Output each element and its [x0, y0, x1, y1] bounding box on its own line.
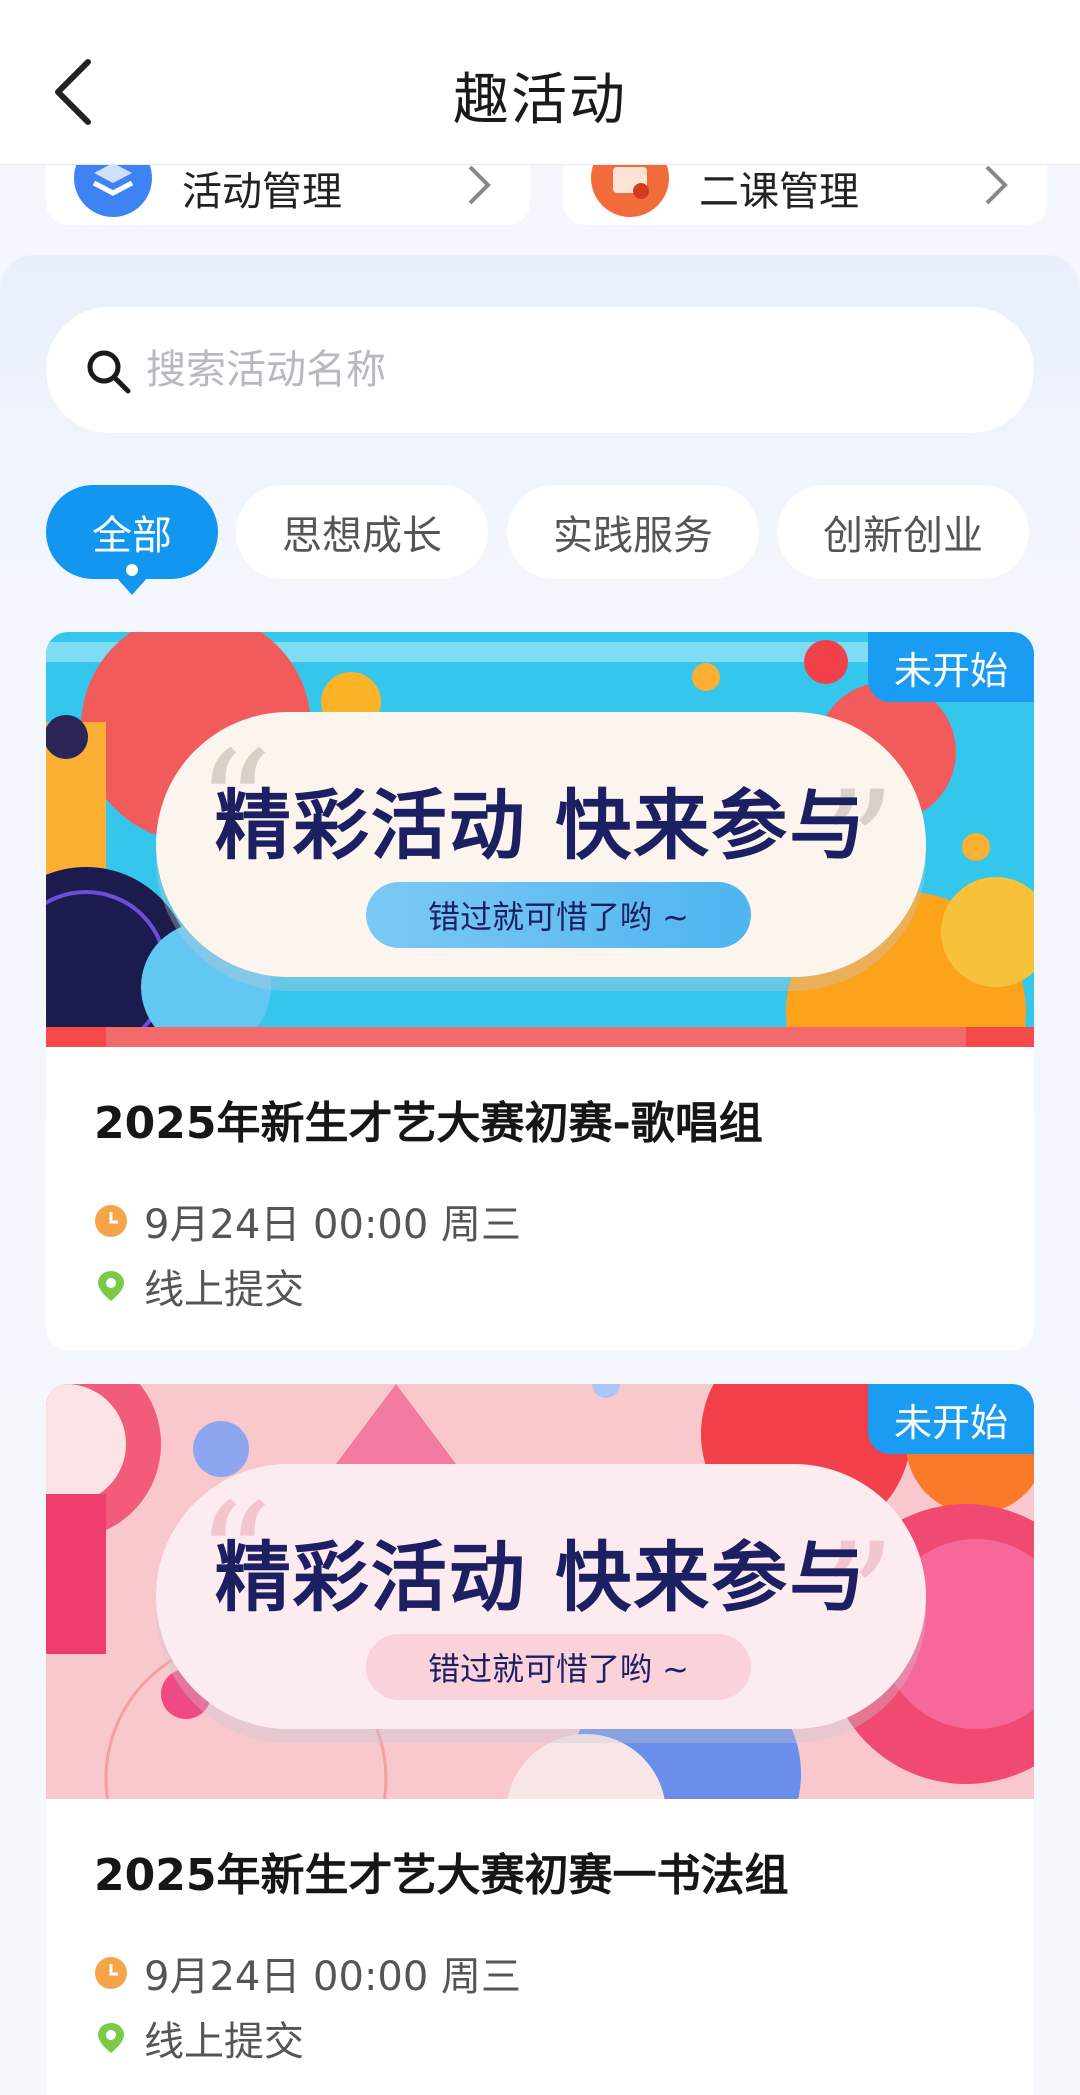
tab-label: 创新创业: [823, 513, 983, 559]
search-icon: [87, 350, 131, 394]
tab-practice-service[interactable]: 实践服务: [507, 485, 759, 579]
banner-pill: “ ” 精彩活动 快来参与 错过就可惜了哟 ~: [156, 712, 926, 977]
banner-title: 精彩活动 快来参与: [214, 781, 868, 870]
clock-icon: [95, 1957, 127, 1989]
tab-label: 全部: [92, 513, 172, 559]
activity-location: 线上提交: [144, 2019, 304, 2065]
activity-time: 9月24日 00:00 周三: [144, 1954, 522, 2000]
banner-pill: “ ” 精彩活动 快来参与 错过就可惜了哟 ~: [156, 1464, 926, 1729]
activity-banner: “ ” 精彩活动 快来参与 错过就可惜了哟 ~ 未开始: [46, 1384, 1034, 1799]
activity-title: 2025年新生才艺大赛初赛-歌唱组: [94, 1098, 763, 1149]
banner-title: 精彩活动 快来参与: [214, 1533, 868, 1622]
active-indicator: [126, 564, 138, 576]
activity-location: 线上提交: [144, 1267, 304, 1313]
mgmt-label: 活动管理: [182, 169, 342, 215]
tab-ideological-growth[interactable]: 思想成长: [236, 485, 488, 579]
banner-subtitle: 错过就可惜了哟 ~: [366, 882, 751, 948]
activity-location-row: 线上提交: [94, 2009, 304, 2067]
tab-innovation[interactable]: 创新创业: [777, 485, 1029, 579]
page-title: 趣活动: [453, 68, 627, 133]
chevron-right-icon: [468, 165, 491, 205]
activity-time-row: 9月24日 00:00 周三: [94, 1192, 521, 1250]
location-icon: [98, 2023, 124, 2053]
activity-time-row: 9月24日 00:00 周三: [94, 1944, 521, 2002]
activity-banner: “ ” 精彩活动 快来参与 错过就可惜了哟 ~ 未开始: [46, 632, 1034, 1047]
activity-location-row: 线上提交: [94, 1257, 304, 1315]
tab-all[interactable]: 全部: [46, 485, 218, 595]
clock-icon: [95, 1205, 127, 1237]
search-input[interactable]: [146, 335, 986, 405]
mgmt-label: 二课管理: [699, 169, 859, 215]
status-badge: 未开始: [868, 1384, 1034, 1454]
chevron-right-icon: [985, 165, 1008, 205]
management-strip: 活动管理 二课管理: [0, 125, 1080, 235]
activity-card[interactable]: “ ” 精彩活动 快来参与 错过就可惜了哟 ~ 未开始 2025年新生才艺大赛初…: [46, 1384, 1034, 2095]
top-bar: 趣活动: [0, 0, 1080, 165]
location-icon: [98, 1271, 124, 1301]
activity-card[interactable]: “ ” 精彩活动 快来参与 错过就可惜了哟 ~ 未开始 2025年新生才艺大赛初…: [46, 632, 1034, 1350]
banner-subtitle: 错过就可惜了哟 ~: [366, 1634, 751, 1700]
activity-title: 2025年新生才艺大赛初赛一书法组: [94, 1850, 789, 1901]
tab-label: 思想成长: [282, 513, 442, 559]
activity-time: 9月24日 00:00 周三: [144, 1202, 522, 1248]
status-badge: 未开始: [868, 632, 1034, 702]
tab-label: 实践服务: [553, 513, 713, 559]
search-bar[interactable]: [46, 307, 1034, 433]
